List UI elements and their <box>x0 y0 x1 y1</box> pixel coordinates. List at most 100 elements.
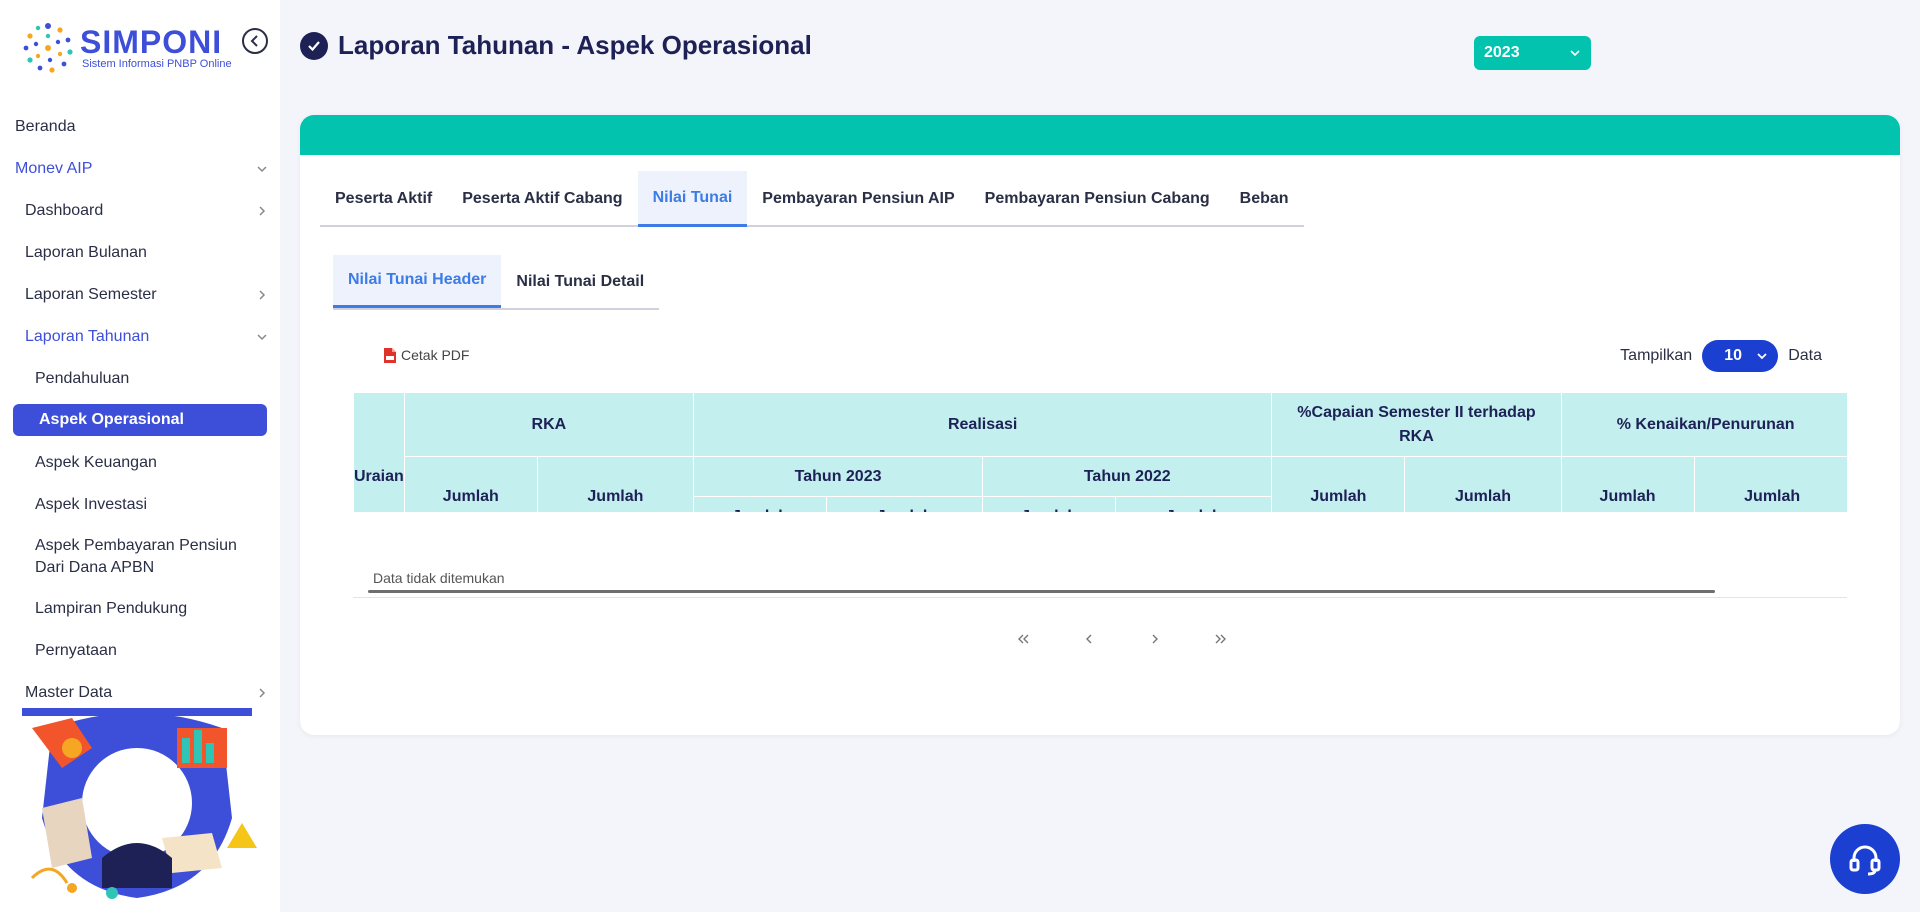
year-select[interactable]: 2023 <box>1474 36 1591 70</box>
tab-peserta-aktif-cabang[interactable]: Peserta Aktif Cabang <box>447 171 637 227</box>
year-select-value: 2023 <box>1484 44 1520 61</box>
chevron-double-right-icon <box>1215 634 1226 644</box>
sidebar-item-laporan-semester[interactable]: Laporan Semester <box>0 274 280 316</box>
sidebar-item-label: Monev AIP <box>15 160 93 177</box>
sidebar-item-pernyataan[interactable]: Pernyataan <box>0 630 280 672</box>
chevron-left-icon <box>250 35 258 47</box>
show-prefix-label: Tampilkan <box>1620 347 1693 364</box>
sidebar-item-label: Aspek Investasi <box>35 496 148 513</box>
sidebar-item-pendahuluan[interactable]: Pendahuluan <box>0 358 280 400</box>
col-capaian-jumlah-penerima: Jumlah Penerima <box>1271 456 1406 512</box>
col-realisasi: Realisasi <box>692 392 1273 457</box>
last-page-button[interactable] <box>1188 627 1254 651</box>
sidebar-item-label: Laporan Tahunan <box>25 328 150 345</box>
sidebar-item-aspek-investasi[interactable]: Aspek Investasi <box>0 484 280 526</box>
next-page-button[interactable] <box>1122 627 1188 651</box>
data-table: Uraian RKA Realisasi %Capaian Semester I… <box>353 392 1847 512</box>
tab-beban[interactable]: Beban <box>1225 171 1304 227</box>
sub-tabs: Nilai Tunai Header Nilai Tunai Detail <box>333 255 660 310</box>
col-capaian: %Capaian Semester II terhadap RKA <box>1271 392 1562 457</box>
chevron-right-icon <box>259 290 266 300</box>
first-page-button[interactable] <box>990 627 1056 651</box>
sidebar-item-monev-aip[interactable]: Monev AIP <box>0 148 280 190</box>
cetak-pdf-label: Cetak PDF <box>401 347 470 363</box>
col-kenaikan-jumlah-pembayaran: Jumlah Pembayaran <box>1693 456 1847 512</box>
sidebar-item-lampiran-pendukung[interactable]: Lampiran Pendukung <box>0 588 280 630</box>
sidebar-item-label: Laporan Semester <box>25 286 157 303</box>
col-2023-jumlah-pembayaran: Jumlah Pembayaran <box>826 496 984 512</box>
chevron-right-icon <box>1152 634 1158 644</box>
sidebar-item-dashboard[interactable]: Dashboard <box>0 190 280 232</box>
tab-nilai-tunai[interactable]: Nilai Tunai <box>637 171 748 227</box>
sidebar-item-label: Laporan Bulanan <box>25 244 147 261</box>
col-2022-jumlah-pembayaran: Jumlah Pembayaran <box>1115 496 1273 512</box>
subtab-nilai-tunai-detail[interactable]: Nilai Tunai Detail <box>501 255 659 308</box>
page-size-select[interactable]: 10 <box>1702 340 1779 372</box>
col-kenaikan-jumlah-penerima: Jumlah Penerima <box>1560 456 1695 512</box>
horizontal-scrollbar[interactable] <box>368 590 1715 593</box>
tab-peserta-aktif[interactable]: Peserta Aktif <box>320 171 447 227</box>
help-support-button[interactable] <box>1830 824 1900 894</box>
sidebar: SIMPONI Sistem Informasi PNBP Online Ber… <box>0 0 280 912</box>
col-kenaikan: % Kenaikan/Penurunan <box>1560 392 1847 457</box>
sidebar-item-label: Beranda <box>15 118 76 135</box>
card-header-band <box>300 115 1900 155</box>
logo-title: SIMPONI <box>80 24 223 60</box>
sidebar-item-laporan-bulanan[interactable]: Laporan Bulanan <box>0 232 280 274</box>
subtab-nilai-tunai-header[interactable]: Nilai Tunai Header <box>333 255 502 308</box>
pagination <box>990 627 1254 651</box>
prev-page-button[interactable] <box>1056 627 1122 651</box>
decorative-illustration <box>22 708 257 899</box>
page-size-value: 10 <box>1724 347 1742 364</box>
col-rka-jumlah-penerima: Jumlah Penerima <box>403 456 538 512</box>
page-title: Laporan Tahunan - Aspek Operasional <box>338 30 812 60</box>
chevron-down-icon <box>1570 50 1580 57</box>
cetak-pdf-button[interactable]: Cetak PDF <box>384 347 469 363</box>
sidebar-item-label: Aspek Keuangan <box>35 454 157 471</box>
show-suffix-label: Data <box>1788 347 1822 364</box>
col-rka: RKA <box>403 392 694 457</box>
page-header: Laporan Tahunan - Aspek Operasional <box>300 30 812 61</box>
col-tahun-2023: Tahun 2023 <box>692 456 984 497</box>
chevron-down-icon <box>1757 353 1767 360</box>
col-capaian-jumlah-pembayaran: Jumlah Pembayaran <box>1404 456 1562 512</box>
logo-subtitle: Sistem Informasi PNBP Online <box>82 58 232 70</box>
app-logo[interactable]: SIMPONI Sistem Informasi PNBP Online <box>18 18 238 78</box>
tab-pembayaran-pensiun-cabang[interactable]: Pembayaran Pensiun Cabang <box>970 171 1225 227</box>
chevron-down-icon <box>257 166 267 173</box>
sidebar-item-beranda[interactable]: Beranda <box>0 106 280 148</box>
col-2023-jumlah-penerima: Jumlah Penerima <box>692 496 828 512</box>
sidebar-item-aspek-keuangan[interactable]: Aspek Keuangan <box>0 442 280 484</box>
sidebar-item-laporan-tahunan[interactable]: Laporan Tahunan <box>0 316 280 358</box>
sidebar-item-label: Aspek Pembayaran Pensiun Dari Dana APBN <box>35 537 237 576</box>
sidebar-menu: Beranda Monev AIP Dashboard Laporan Bula… <box>0 106 280 714</box>
col-2022-jumlah-penerima: Jumlah Penerima <box>982 496 1117 512</box>
headset-icon <box>1849 845 1881 876</box>
col-uraian: Uraian <box>353 392 405 512</box>
chevron-down-icon <box>257 334 267 341</box>
chevron-left-icon <box>1086 634 1092 644</box>
sidebar-item-aspek-operasional[interactable]: Aspek Operasional <box>13 404 267 436</box>
chevron-right-icon <box>259 688 266 698</box>
empty-message: Data tidak ditemukan <box>373 570 505 586</box>
sidebar-item-label: Master Data <box>25 684 113 701</box>
sidebar-item-aspek-pembayaran-pensiun[interactable]: Aspek Pembayaran Pensiun Dari Dana APBN <box>0 526 280 588</box>
chevron-double-left-icon <box>1018 634 1029 644</box>
check-circle-icon <box>300 31 328 60</box>
sidebar-item-label: Lampiran Pendukung <box>35 600 188 617</box>
main-tabs: Peserta Aktif Peserta Aktif Cabang Nilai… <box>320 171 1304 227</box>
pdf-file-icon <box>384 347 396 363</box>
col-rka-jumlah-pembayaran: Jumlah Pembayaran <box>536 456 694 512</box>
chevron-right-icon <box>259 206 266 216</box>
collapse-sidebar-button[interactable] <box>242 28 268 54</box>
sidebar-item-label: Pernyataan <box>35 642 117 659</box>
tab-pembayaran-pensiun-aip[interactable]: Pembayaran Pensiun AIP <box>747 171 969 227</box>
data-table-scroll[interactable]: Uraian RKA Realisasi %Capaian Semester I… <box>353 392 1847 512</box>
content-card: Peserta Aktif Peserta Aktif Cabang Nilai… <box>300 115 1900 735</box>
sidebar-item-label: Dashboard <box>25 202 104 219</box>
sidebar-item-label: Aspek Operasional <box>39 411 184 428</box>
sidebar-item-label: Pendahuluan <box>35 370 130 387</box>
col-tahun-2022: Tahun 2022 <box>982 456 1273 497</box>
simponi-logo-icon <box>23 23 73 73</box>
page-size-control: Tampilkan 10 Data <box>1620 340 1822 372</box>
